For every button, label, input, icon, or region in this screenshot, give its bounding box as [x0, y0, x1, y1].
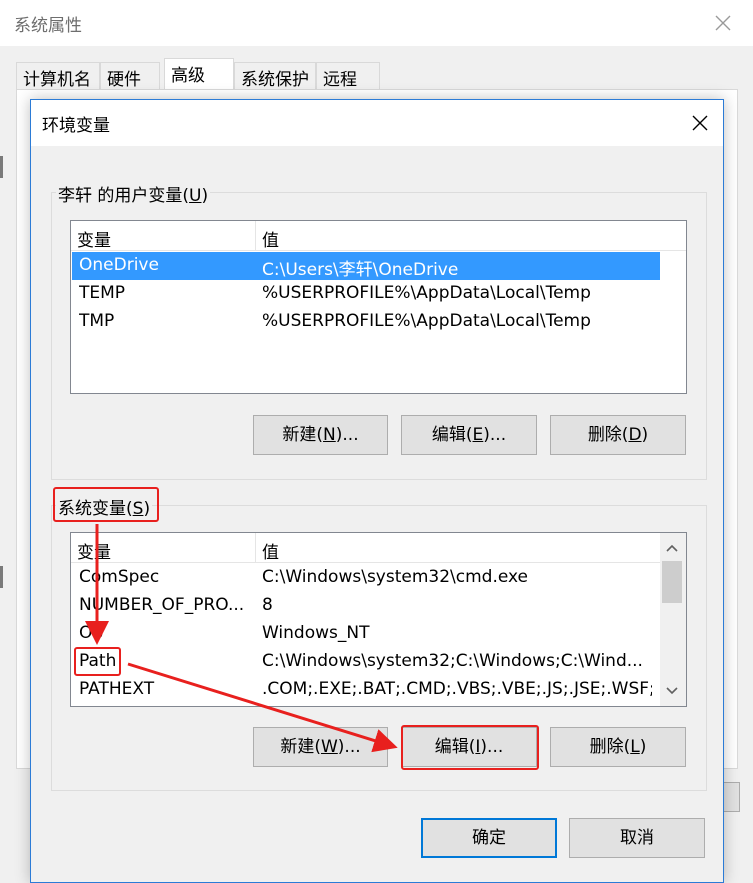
row-variable-value: C:\Windows\system32;C:\Windows;C:\Wind..… — [262, 651, 643, 671]
tab-system-protection[interactable]: 系统保护 — [234, 62, 316, 90]
row-variable-name: NUMBER_OF_PRO... — [79, 595, 245, 615]
system-delete-button[interactable]: 删除(L) — [550, 727, 686, 767]
list-header: 变量 值 — [71, 221, 686, 251]
scroll-down-arrow-icon[interactable] — [660, 680, 684, 702]
column-header-variable[interactable]: 变量 — [71, 533, 256, 563]
tab-hardware[interactable]: 硬件 — [100, 62, 160, 90]
tab-remote[interactable]: 远程 — [316, 62, 380, 90]
row-variable-value: Windows_NT — [262, 623, 370, 643]
environment-variables-titlebar: 环境变量 — [31, 100, 723, 146]
edge-mark — [0, 156, 3, 178]
list-header: 变量 值 — [71, 533, 660, 563]
tab-advanced[interactable]: 高级 — [164, 58, 234, 91]
table-row-comspec[interactable]: ComSpec C:\Windows\system32\cmd.exe — [72, 564, 660, 592]
ok-button[interactable]: 确定 — [421, 818, 557, 858]
annotation-box-system-variables — [53, 487, 159, 522]
cancel-button[interactable]: 取消 — [569, 818, 705, 858]
row-variable-value: %USERPROFILE%\AppData\Local\Temp — [262, 283, 591, 303]
row-variable-value: .COM;.EXE;.BAT;.CMD;.VBS;.VBE;.JS;.JSE;.… — [262, 679, 652, 699]
table-row-tmp[interactable]: TMP %USERPROFILE%\AppData\Local\Temp — [72, 308, 660, 336]
scrollbar-thumb[interactable] — [662, 561, 682, 603]
table-row-onedrive[interactable]: OneDrive C:\Users\李轩\OneDrive — [72, 252, 660, 280]
annotation-box-path — [74, 647, 121, 676]
vertical-scrollbar[interactable] — [660, 533, 686, 706]
system-new-button[interactable]: 新建(W)... — [253, 727, 388, 767]
system-properties-title: 系统属性 — [14, 16, 82, 36]
close-icon[interactable] — [706, 6, 740, 40]
user-edit-button[interactable]: 编辑(E)... — [401, 415, 537, 455]
table-row-os[interactable]: OS Windows_NT — [72, 620, 660, 648]
tab-computer-name[interactable]: 计算机名 — [16, 62, 100, 90]
column-header-value[interactable]: 值 — [256, 533, 660, 563]
system-variables-list[interactable]: 变量 值 ComSpec C:\Windows\system32\cmd.exe… — [70, 532, 687, 707]
table-row-path[interactable]: Path C:\Windows\system32;C:\Windows;C:\W… — [72, 648, 660, 676]
row-variable-name: ComSpec — [79, 567, 160, 587]
row-variable-name: TEMP — [79, 283, 126, 303]
row-variable-value: C:\Users\李轩\OneDrive — [262, 260, 459, 280]
row-variable-name: TMP — [79, 311, 115, 331]
row-variable-name: OneDrive — [79, 255, 159, 275]
row-variable-value: %USERPROFILE%\AppData\Local\Temp — [262, 311, 591, 331]
row-variable-value: 8 — [262, 595, 273, 615]
dialog-title: 环境变量 — [42, 116, 110, 136]
close-icon[interactable] — [683, 106, 717, 140]
row-variable-value: C:\Windows\system32\cmd.exe — [262, 567, 529, 587]
user-new-button[interactable]: 新建(N)... — [253, 415, 388, 455]
column-header-variable[interactable]: 变量 — [71, 221, 256, 251]
user-variables-list[interactable]: 变量 值 OneDrive C:\Users\李轩\OneDrive TEMP … — [70, 220, 687, 394]
system-properties-titlebar: 系统属性 — [0, 0, 753, 46]
scroll-up-arrow-icon[interactable] — [660, 537, 684, 559]
table-row-temp[interactable]: TEMP %USERPROFILE%\AppData\Local\Temp — [72, 280, 660, 308]
column-header-value[interactable]: 值 — [256, 221, 686, 251]
user-delete-button[interactable]: 删除(D) — [550, 415, 686, 455]
annotation-box-edit-button — [401, 725, 539, 770]
edge-mark — [0, 566, 3, 588]
table-row-pathext[interactable]: PATHEXT .COM;.EXE;.BAT;.CMD;.VBS;.VBE;.J… — [72, 676, 660, 704]
user-variables-label: 李轩 的用户变量(U) — [56, 181, 211, 206]
row-variable-name: OS — [79, 623, 104, 643]
table-row-number-of-processors[interactable]: NUMBER_OF_PRO... 8 — [72, 592, 660, 620]
row-variable-name: PATHEXT — [79, 679, 155, 699]
